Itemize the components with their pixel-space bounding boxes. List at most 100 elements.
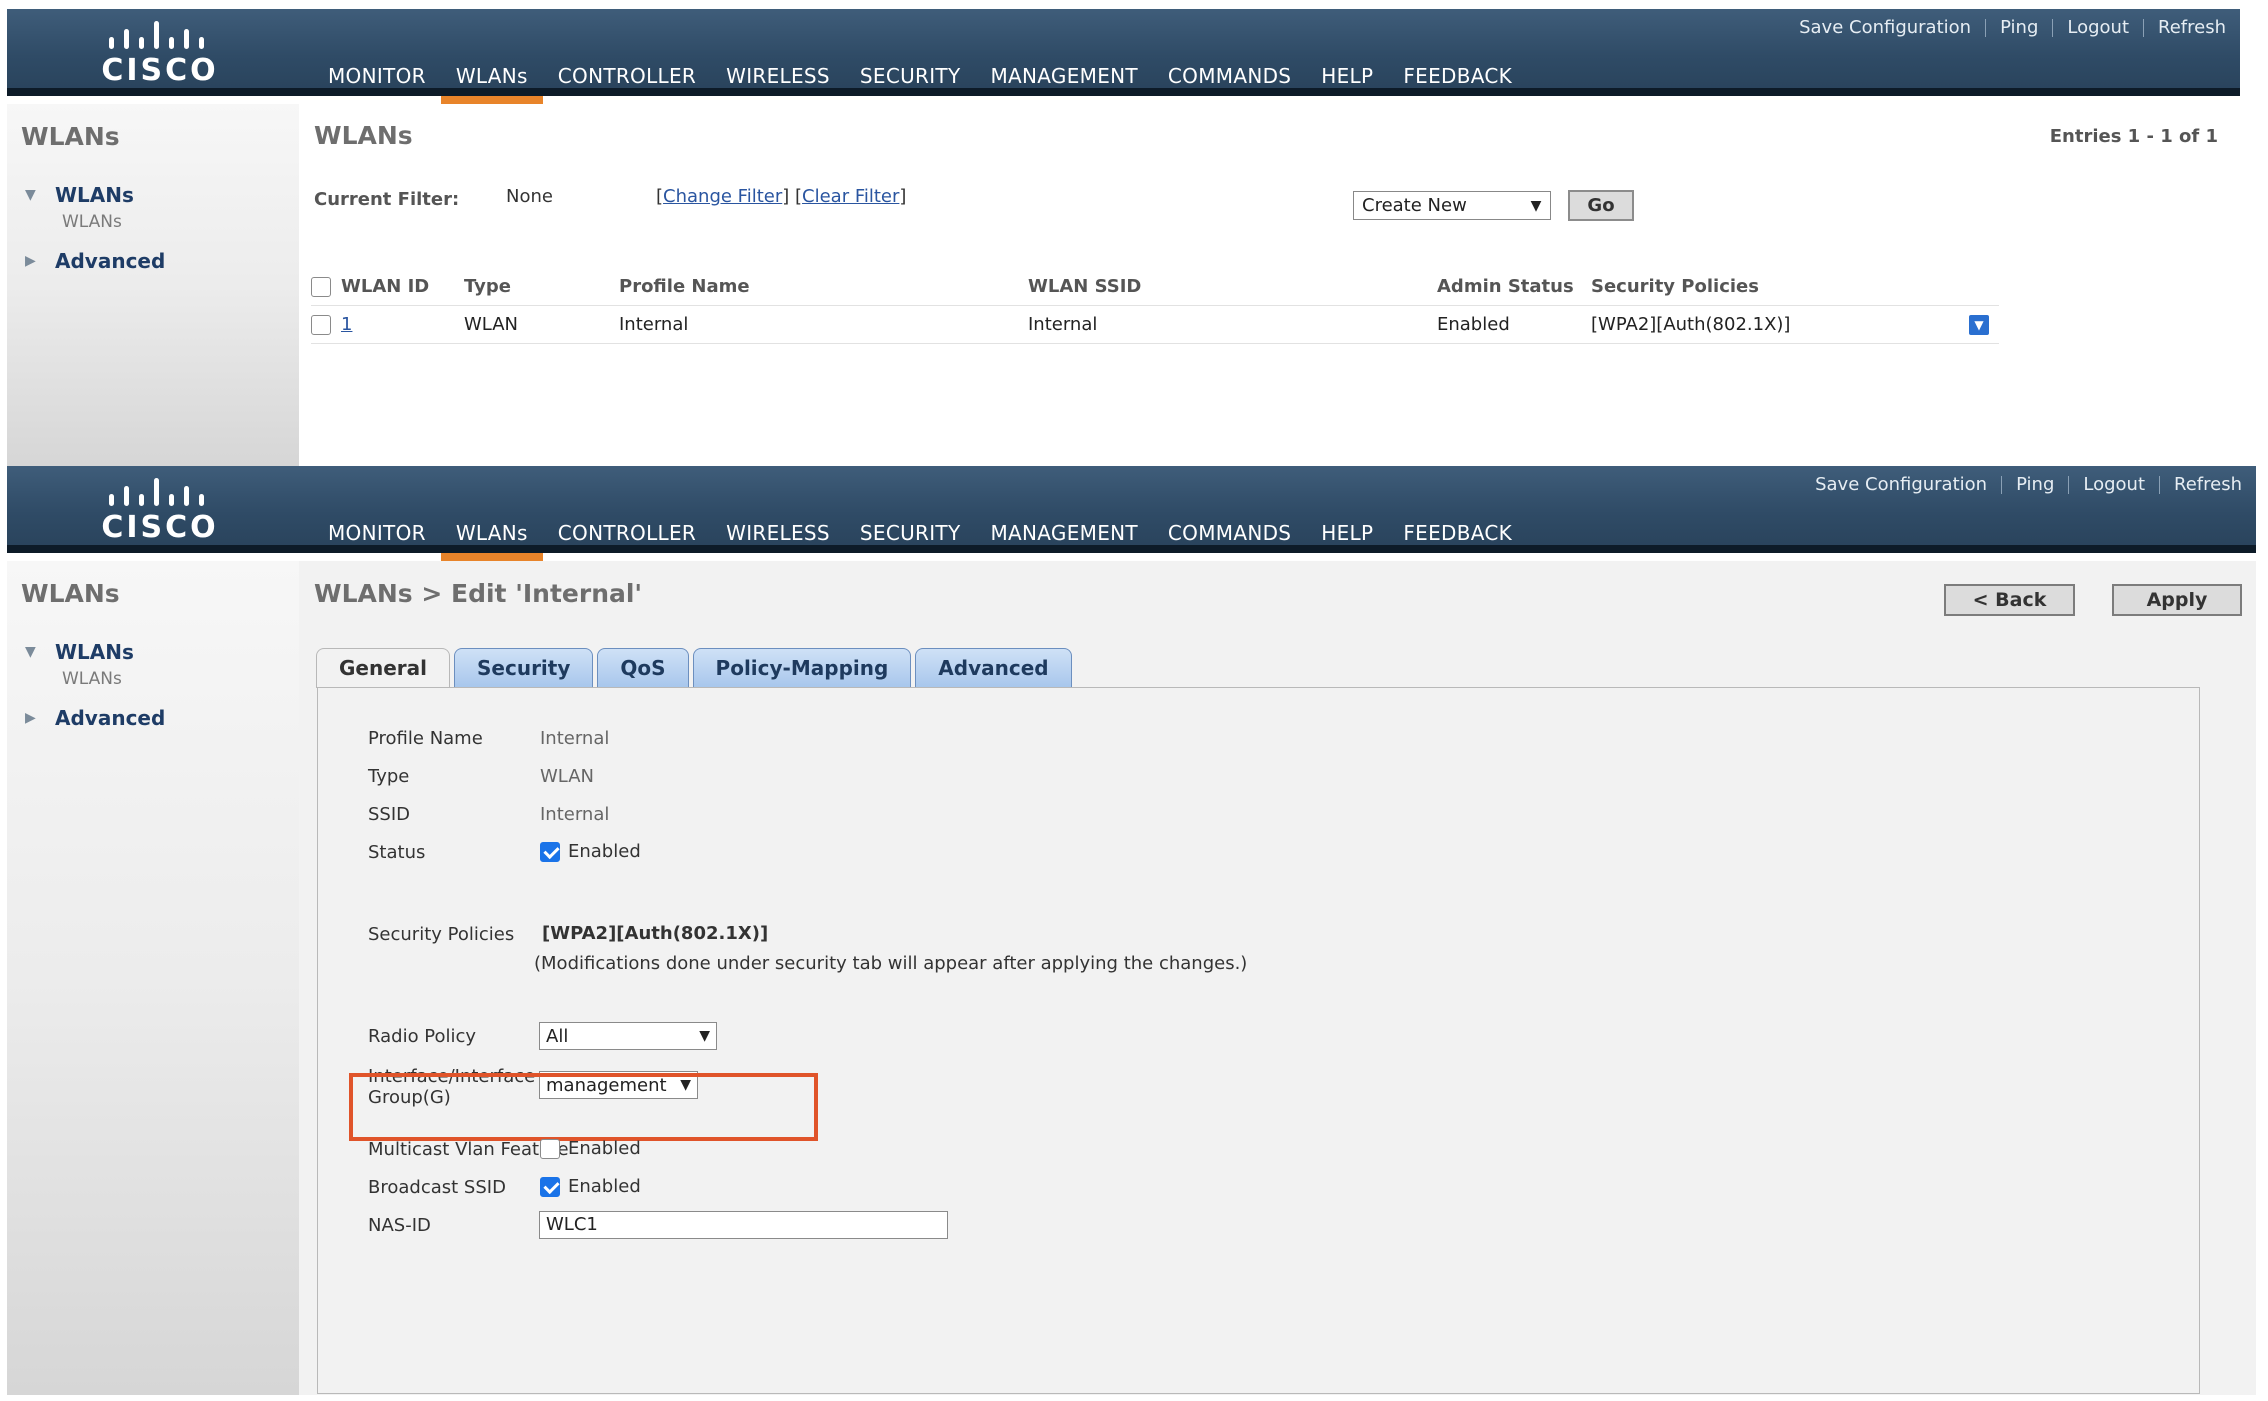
tab-policy-mapping[interactable]: Policy-Mapping: [692, 648, 912, 688]
page-title: WLANs: [314, 121, 413, 150]
tab-security[interactable]: Security: [454, 648, 594, 688]
table-row: 1 WLAN Internal Internal Enabled [WPA2][…: [311, 304, 1999, 344]
sidebar: WLANs ▼ WLANs WLANs ▶ Advanced: [7, 104, 299, 466]
menu-help[interactable]: HELP: [1306, 513, 1388, 553]
radio-policy-select[interactable]: All ▼: [539, 1022, 717, 1050]
status-enabled-checkbox[interactable]: [540, 841, 560, 862]
ssid-value: Internal: [540, 804, 610, 825]
cisco-logo-text: CISCO: [101, 53, 219, 88]
current-filter-label: Current Filter:: [314, 189, 460, 210]
menu-feedback[interactable]: FEEDBACK: [1388, 513, 1527, 553]
nas-id-input[interactable]: WLC1: [539, 1211, 948, 1239]
tab-advanced[interactable]: Advanced: [915, 648, 1072, 688]
menu-wireless[interactable]: WIRELESS: [711, 56, 845, 96]
refresh-link[interactable]: Refresh: [2174, 474, 2242, 495]
sidebar-item-wlans[interactable]: ▼ WLANs: [25, 640, 134, 664]
chevron-down-icon: ▼: [699, 1028, 710, 1044]
column-header: WLAN SSID: [1028, 276, 1142, 298]
tab-general[interactable]: General: [316, 648, 450, 688]
ssid-label: SSID: [368, 804, 411, 825]
sidebar-item-advanced[interactable]: ▶ Advanced: [25, 706, 165, 730]
wlan-id-link[interactable]: 1: [341, 314, 352, 335]
action-select[interactable]: Create New ▼: [1353, 191, 1551, 220]
menu-wireless[interactable]: WIRELESS: [711, 513, 845, 553]
sidebar: WLANs ▼ WLANs WLANs ▶ Advanced: [7, 561, 299, 1395]
wlan-list-window: CISCO Save Configuration Ping Logout Ref…: [7, 9, 2240, 466]
clear-filter-link[interactable]: Clear Filter: [802, 186, 899, 207]
sidebar-item-wlans[interactable]: ▼ WLANs: [25, 183, 134, 207]
refresh-link[interactable]: Refresh: [2158, 17, 2226, 38]
profile-name-label: Profile Name: [368, 728, 483, 749]
menu-monitor[interactable]: MONITOR: [313, 56, 441, 96]
menu-management[interactable]: MANAGEMENT: [975, 56, 1152, 96]
go-button[interactable]: Go: [1568, 190, 1634, 221]
security-policies-label: Security Policies: [368, 924, 515, 945]
wlan-type-cell: WLAN: [464, 304, 619, 344]
status-enabled-text: Enabled: [568, 841, 641, 862]
profile-name-value: Internal: [540, 728, 610, 749]
separator: [2159, 475, 2161, 494]
menu-security[interactable]: SECURITY: [845, 56, 976, 96]
menu-feedback[interactable]: FEEDBACK: [1388, 56, 1527, 96]
sidebar-item-label: Advanced: [55, 249, 166, 273]
broadcast-ssid-checkbox[interactable]: [540, 1176, 560, 1197]
separator: [2052, 18, 2054, 37]
row-checkbox[interactable]: [311, 314, 331, 335]
wlan-edit-window: CISCO Save Configuration Ping Logout Ref…: [7, 466, 2256, 1395]
expanded-triangle-icon: ▼: [25, 644, 36, 660]
column-header: WLAN ID: [341, 276, 430, 298]
ping-link[interactable]: Ping: [2016, 474, 2054, 495]
sidebar-subitem-wlans[interactable]: WLANs: [62, 669, 122, 689]
sidebar-item-label: WLANs: [55, 183, 134, 207]
security-policies-note: (Modifications done under security tab w…: [534, 953, 1248, 974]
apply-button[interactable]: Apply: [2112, 584, 2242, 616]
main-menu: MONITOR WLANs CONTROLLER WIRELESS SECURI…: [313, 56, 1527, 104]
tab-qos[interactable]: QoS: [597, 648, 689, 688]
broadcast-ssid-text: Enabled: [568, 1176, 641, 1197]
menu-help[interactable]: HELP: [1306, 56, 1388, 96]
menu-commands[interactable]: COMMANDS: [1153, 513, 1306, 553]
page-title: WLANs > Edit 'Internal': [314, 579, 643, 608]
separator: [2068, 475, 2070, 494]
multicast-vlan-label: Multicast Vlan Feature: [368, 1139, 569, 1160]
broadcast-ssid-row: Enabled: [540, 1176, 641, 1197]
row-dropdown-icon[interactable]: ▼: [1969, 315, 1989, 335]
separator: [1985, 18, 1987, 37]
profile-name-cell: Internal: [619, 304, 1028, 344]
broadcast-ssid-label: Broadcast SSID: [368, 1177, 506, 1198]
radio-policy-value: All: [546, 1025, 569, 1047]
multicast-vlan-checkbox[interactable]: [540, 1138, 560, 1159]
wlan-edit-content: WLANs > Edit 'Internal' < Back Apply Gen…: [299, 561, 2256, 1395]
ping-link[interactable]: Ping: [2000, 17, 2038, 38]
cisco-logo: CISCO: [95, 474, 225, 545]
select-all-checkbox[interactable]: [311, 277, 331, 298]
menu-monitor[interactable]: MONITOR: [313, 513, 441, 553]
menu-controller[interactable]: CONTROLLER: [543, 513, 711, 553]
nas-id-label: NAS-ID: [368, 1215, 431, 1236]
logout-link[interactable]: Logout: [2083, 474, 2145, 495]
menu-management[interactable]: MANAGEMENT: [975, 513, 1152, 553]
save-configuration-link[interactable]: Save Configuration: [1799, 17, 1971, 38]
save-configuration-link[interactable]: Save Configuration: [1815, 474, 1987, 495]
logout-link[interactable]: Logout: [2067, 17, 2129, 38]
multicast-vlan-text: Enabled: [568, 1138, 641, 1159]
menu-security[interactable]: SECURITY: [845, 513, 976, 553]
menu-wlans[interactable]: WLANs: [440, 513, 543, 561]
menu-commands[interactable]: COMMANDS: [1153, 56, 1306, 96]
main-menu: MONITOR WLANs CONTROLLER WIRELESS SECURI…: [313, 513, 1527, 561]
menu-controller[interactable]: CONTROLLER: [543, 56, 711, 96]
sidebar-title: WLANs: [21, 122, 120, 151]
separator: [2001, 475, 2003, 494]
cisco-logo-text: CISCO: [101, 510, 219, 545]
back-button[interactable]: < Back: [1944, 584, 2075, 616]
menu-wlans[interactable]: WLANs: [440, 56, 543, 104]
column-header: Type: [464, 276, 511, 298]
expanded-triangle-icon: ▼: [25, 187, 36, 203]
sidebar-item-advanced[interactable]: ▶ Advanced: [25, 249, 165, 273]
table-header-row: WLAN ID Type Profile Name WLAN SSID Admi…: [311, 269, 1999, 305]
multicast-vlan-row: Enabled: [540, 1138, 641, 1159]
cisco-logo: CISCO: [95, 17, 225, 88]
sidebar-subitem-wlans[interactable]: WLANs: [62, 212, 122, 232]
general-tab-panel: Profile Name Internal Type WLAN SSID Int…: [317, 687, 2200, 1394]
change-filter-link[interactable]: Change Filter: [663, 186, 782, 207]
